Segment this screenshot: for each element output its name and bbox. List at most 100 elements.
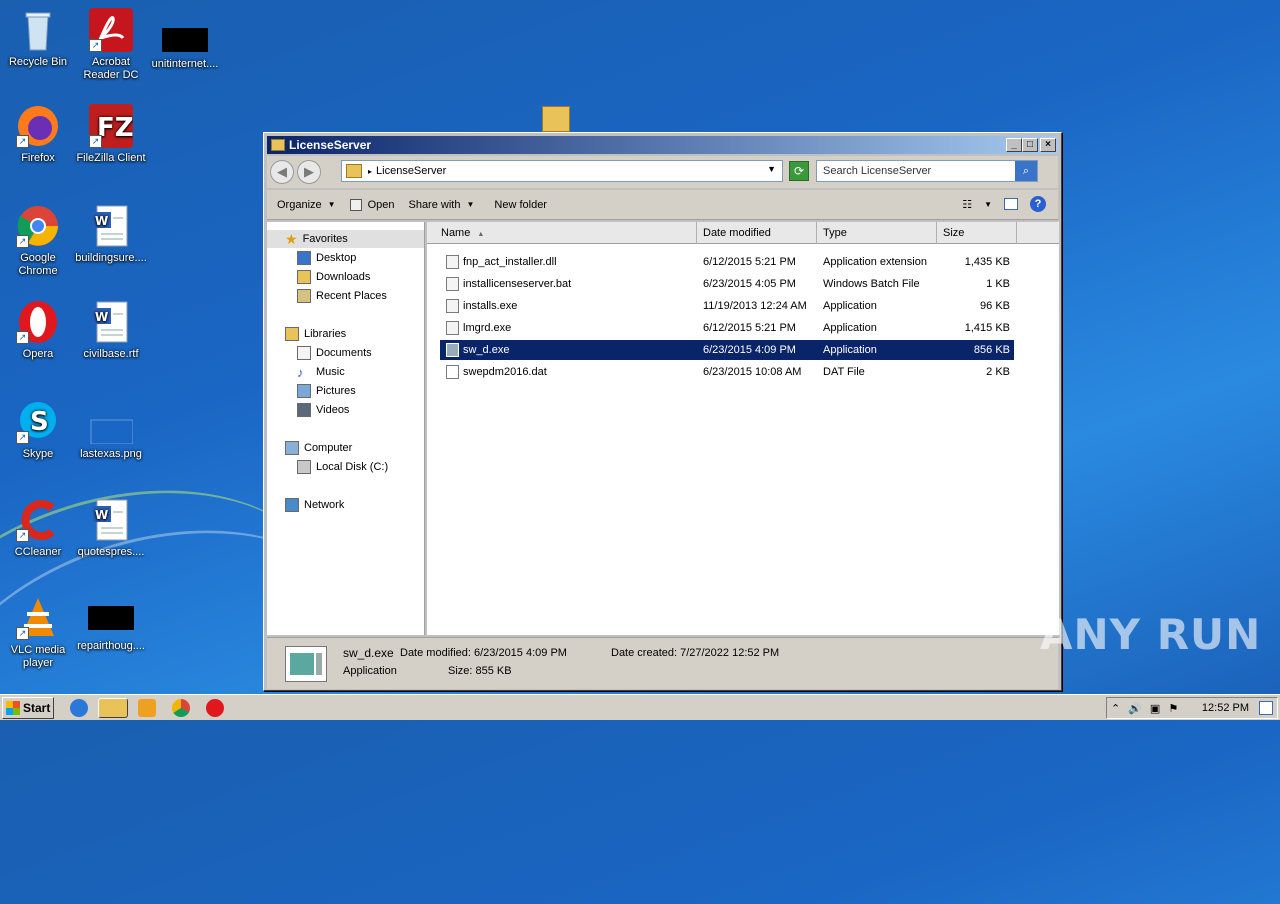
view-options-icon[interactable]: ☷ xyxy=(962,198,972,211)
nav-desktop[interactable]: Desktop xyxy=(297,249,356,267)
column-type[interactable]: Type xyxy=(817,222,937,244)
network-icon xyxy=(285,498,299,512)
file-row-selected[interactable]: sw_d.exe 6/23/2015 4:09 PM Application 8… xyxy=(440,340,1014,360)
chevron-down-icon[interactable]: ▼ xyxy=(984,200,992,209)
star-icon: ★ xyxy=(285,230,298,247)
chrome-icon: ↗ xyxy=(16,204,60,248)
black-thumbnail-icon xyxy=(162,28,208,52)
svg-text:W: W xyxy=(95,508,108,522)
close-button[interactable]: × xyxy=(1040,138,1056,152)
details-pane: sw_d.exe Date modified: 6/23/2015 4:09 P… xyxy=(267,637,1058,689)
internet-explorer-icon[interactable] xyxy=(70,699,88,717)
organize-button[interactable]: Organize ▼ xyxy=(277,199,336,211)
desktop-icon-acrobat[interactable]: ↗ Acrobat Reader DC xyxy=(73,8,149,82)
chrome-icon[interactable] xyxy=(172,699,190,717)
chevron-down-icon: ▼ xyxy=(327,200,336,209)
help-icon[interactable]: ? xyxy=(1030,196,1046,212)
folder-icon[interactable] xyxy=(542,106,570,132)
nav-videos[interactable]: Videos xyxy=(297,401,349,419)
details-date-modified: Date modified: 6/23/2015 4:09 PM xyxy=(400,647,567,659)
desktop-icon-chrome[interactable]: ↗ Google Chrome xyxy=(0,204,76,278)
command-bar: Organize ▼ Open Share with ▼ New folder ☷ … xyxy=(267,190,1058,220)
windows-logo-icon xyxy=(6,700,20,715)
minimize-button[interactable]: _ xyxy=(1006,138,1022,152)
svg-text:FZ: FZ xyxy=(97,113,133,143)
share-with-button[interactable]: Share with ▼ xyxy=(408,199,474,211)
show-desktop-icon[interactable] xyxy=(1259,701,1273,715)
computer-icon xyxy=(285,441,299,455)
explorer-window: LicenseServer _ □ × ◀ ▶ ▸ LicenseServer … xyxy=(263,132,1062,691)
desktop-icon-recycle-bin[interactable]: Recycle Bin xyxy=(0,8,76,69)
show-hidden-icons-icon[interactable]: ⌃ xyxy=(1111,702,1120,715)
shortcut-arrow-icon: ↗ xyxy=(89,135,102,148)
new-folder-button[interactable]: New folder xyxy=(494,199,547,211)
desktop-icon-firefox[interactable]: ↗ Firefox xyxy=(0,104,76,165)
desktop-icon-opera[interactable]: ↗ Opera xyxy=(0,300,76,361)
back-button[interactable]: ◀ xyxy=(270,160,294,184)
forward-button[interactable]: ▶ xyxy=(297,160,321,184)
column-name[interactable]: Name ▲ xyxy=(435,222,697,244)
file-row[interactable]: installicenseserver.bat 6/23/2015 4:05 P… xyxy=(440,274,1014,294)
file-row[interactable]: lmgrd.exe 6/12/2015 5:21 PM Application … xyxy=(440,318,1014,338)
search-input[interactable]: Search LicenseServer ⌕ xyxy=(816,160,1038,182)
sort-up-icon: ▲ xyxy=(477,231,485,238)
videos-icon xyxy=(297,403,311,417)
svg-text:S: S xyxy=(30,407,49,437)
nav-music[interactable]: ♪ Music xyxy=(297,363,345,381)
flag-icon[interactable]: ⚑ xyxy=(1168,702,1178,715)
breadcrumb[interactable]: LicenseServer xyxy=(376,165,446,177)
folder-icon xyxy=(346,164,362,178)
refresh-button[interactable]: ⟳ xyxy=(789,161,809,181)
shortcut-arrow-icon: ↗ xyxy=(16,135,29,148)
taskbar: Start ⌃ 🔊 ▣ ⚑ 12:52 PM xyxy=(0,694,1280,720)
start-button[interactable]: Start xyxy=(2,696,54,719)
volume-icon[interactable]: 🔊 xyxy=(1128,702,1142,715)
file-row[interactable]: swepdm2016.dat 6/23/2015 10:08 AM DAT Fi… xyxy=(440,362,1014,382)
desktop-icon-civilbase[interactable]: W civilbase.rtf xyxy=(73,300,149,361)
open-icon xyxy=(349,198,362,211)
desktop-icon-repairthoug[interactable]: repairthoug.... xyxy=(73,596,149,653)
desktop-icon-quotespres[interactable]: W quotespres.... xyxy=(73,498,149,559)
nav-network[interactable]: Network xyxy=(285,496,344,514)
network-icon[interactable]: ▣ xyxy=(1150,702,1160,715)
nav-computer[interactable]: Computer xyxy=(285,439,352,457)
filezilla-icon: FZ ↗ xyxy=(89,104,134,148)
address-field[interactable]: ▸ LicenseServer ▼ xyxy=(341,160,783,182)
desktop-icon-skype[interactable]: S ↗ Skype xyxy=(0,400,76,461)
nav-downloads[interactable]: Downloads xyxy=(297,268,370,286)
desktop-icon xyxy=(297,251,311,265)
nav-recent-places[interactable]: Recent Places xyxy=(297,287,387,305)
media-player-icon[interactable] xyxy=(138,699,156,717)
open-button[interactable]: Open xyxy=(349,198,394,211)
desktop-icon-filezilla[interactable]: FZ ↗ FileZilla Client xyxy=(73,104,149,165)
explorer-taskbar-button[interactable] xyxy=(98,698,128,718)
desktop-icon-ccleaner[interactable]: ↗ CCleaner xyxy=(0,498,76,559)
nav-local-disk[interactable]: Local Disk (C:) xyxy=(297,458,388,476)
desktop-icon-buildingsure[interactable]: W buildingsure.... xyxy=(73,204,149,265)
desktop-icon-lastexas[interactable]: lastexas.png xyxy=(73,400,149,461)
file-row[interactable]: fnp_act_installer.dll 6/12/2015 5:21 PM … xyxy=(440,252,1014,272)
desktop-icon-vlc[interactable]: ↗ VLC media player xyxy=(0,596,76,670)
nav-pictures[interactable]: Pictures xyxy=(297,382,356,400)
search-icon[interactable]: ⌕ xyxy=(1015,161,1037,181)
title-bar[interactable]: LicenseServer _ □ × xyxy=(267,136,1058,154)
preview-pane-icon[interactable] xyxy=(1004,198,1018,210)
shortcut-arrow-icon: ↗ xyxy=(16,529,29,542)
music-icon: ♪ xyxy=(297,364,304,380)
details-type: Application xyxy=(343,665,397,677)
clock[interactable]: 12:52 PM xyxy=(1202,702,1249,714)
file-row[interactable]: installs.exe 11/19/2013 12:24 AM Applica… xyxy=(440,296,1014,316)
downloads-icon xyxy=(297,270,311,284)
nav-favorites[interactable]: ★ Favorites xyxy=(285,230,348,248)
batch-file-icon xyxy=(446,277,459,291)
column-size[interactable]: Size xyxy=(937,222,1017,244)
nav-documents[interactable]: Documents xyxy=(297,344,372,362)
opera-icon[interactable] xyxy=(206,699,224,717)
breadcrumb-chevron-icon[interactable]: ▸ xyxy=(368,167,372,176)
shortcut-arrow-icon: ↗ xyxy=(16,431,29,444)
desktop-icon-unitinternet[interactable]: unitinternet.... xyxy=(147,8,223,71)
chevron-down-icon[interactable]: ▼ xyxy=(767,164,776,174)
column-date-modified[interactable]: Date modified xyxy=(697,222,817,244)
maximize-button[interactable]: □ xyxy=(1022,138,1038,152)
nav-libraries[interactable]: Libraries xyxy=(285,325,346,343)
